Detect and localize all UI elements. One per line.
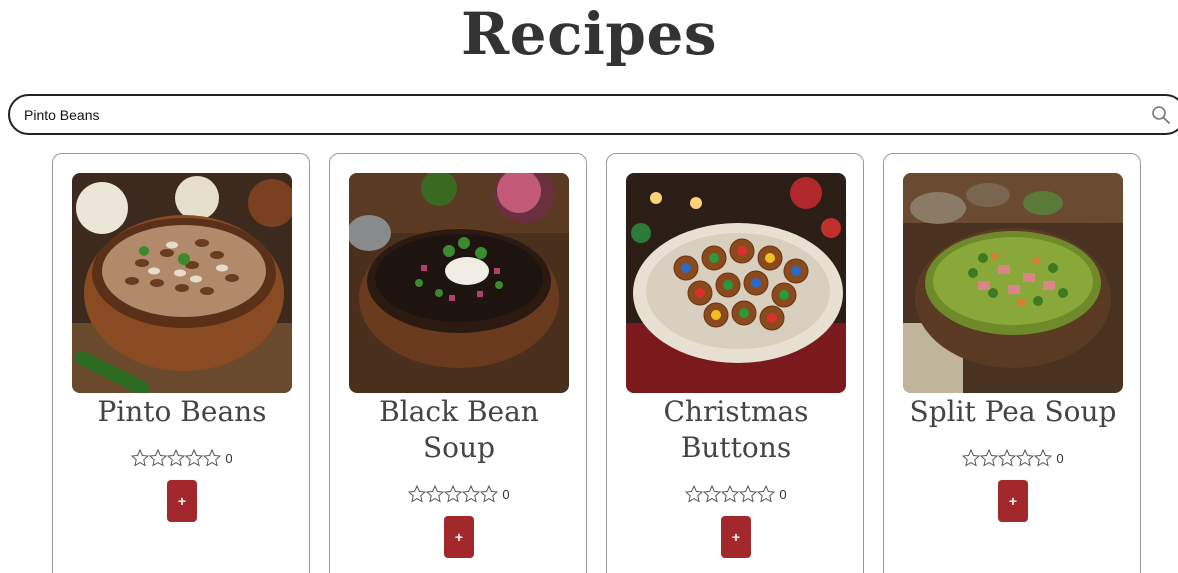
recipe-image-christmas-buttons[interactable]: [626, 173, 846, 393]
star-rating[interactable]: 0: [53, 449, 311, 469]
recipe-title[interactable]: Split Pea Soup: [894, 394, 1132, 430]
recipe-title[interactable]: Christmas Buttons: [617, 394, 855, 466]
rating-count: 0: [225, 450, 233, 466]
recipe-card[interactable]: Christmas Buttons 0 +: [606, 153, 864, 573]
page-title: Recipes: [460, 0, 718, 68]
recipe-title[interactable]: Black Bean Soup: [340, 394, 578, 466]
star-rating-icon[interactable]: [131, 449, 222, 467]
search-input[interactable]: [24, 104, 1124, 126]
recipe-card[interactable]: Black Bean Soup 0 +: [329, 153, 587, 573]
recipe-card[interactable]: Pinto Beans 0 +: [52, 153, 310, 573]
add-recipe-button[interactable]: +: [167, 480, 197, 522]
star-rating[interactable]: 0: [607, 485, 865, 505]
rating-count: 0: [502, 486, 510, 502]
star-rating[interactable]: 0: [330, 485, 588, 505]
recipe-image-pinto-beans[interactable]: [72, 173, 292, 393]
star-rating[interactable]: 0: [884, 449, 1142, 469]
add-recipe-button[interactable]: +: [444, 516, 474, 558]
add-recipe-button[interactable]: +: [721, 516, 751, 558]
star-rating-icon[interactable]: [685, 485, 776, 503]
recipe-image-split-pea-soup[interactable]: [903, 173, 1123, 393]
add-recipe-button[interactable]: +: [998, 480, 1028, 522]
star-rating-icon[interactable]: [408, 485, 499, 503]
rating-count: 0: [779, 486, 787, 502]
recipe-image-black-bean-soup[interactable]: [349, 173, 569, 393]
recipe-card[interactable]: Split Pea Soup 0 +: [883, 153, 1141, 573]
recipe-title[interactable]: Pinto Beans: [63, 394, 301, 430]
rating-count: 0: [1056, 450, 1064, 466]
star-rating-icon[interactable]: [962, 449, 1053, 467]
search-bar[interactable]: [8, 94, 1178, 135]
search-icon[interactable]: [1151, 105, 1171, 125]
